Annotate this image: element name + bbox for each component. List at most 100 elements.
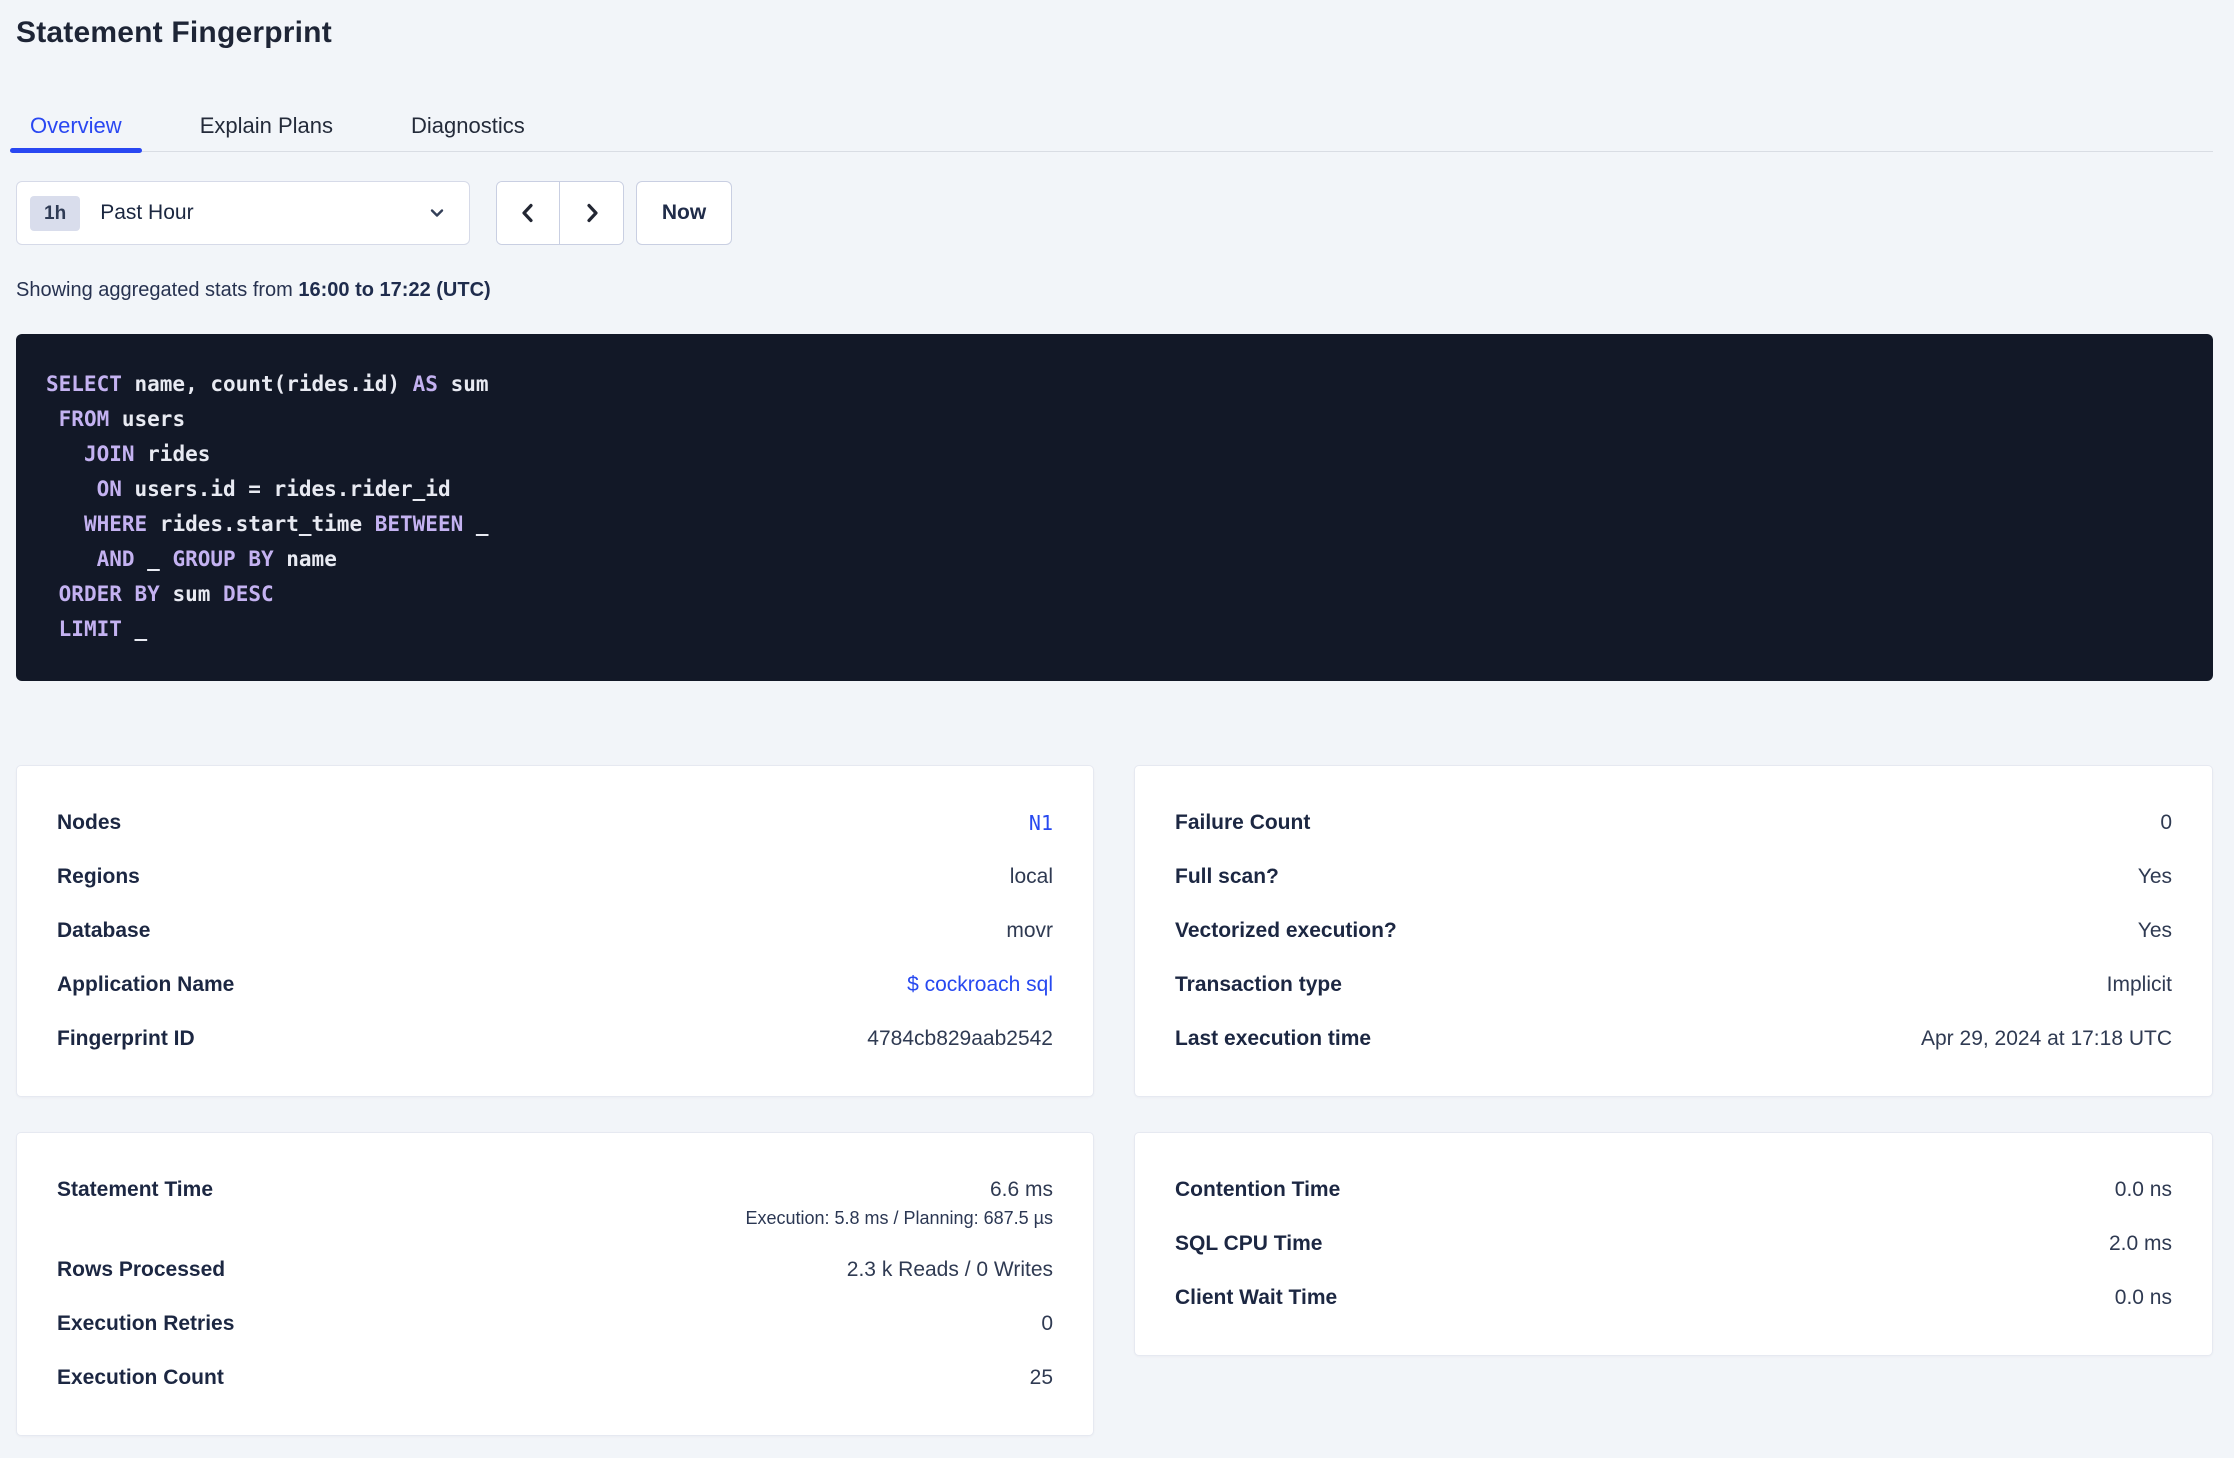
- statement-details-card: Nodes N1 Regions local Database movr Applicati…: [16, 765, 1094, 1097]
- sql-statement-box: SELECT name, count(rides.id) AS sum FROM…: [16, 334, 2213, 681]
- sql-text: rides.start_time: [147, 512, 375, 536]
- sql-text: users.id = rides.rider_id: [121, 477, 451, 501]
- sql-text: sum: [159, 582, 224, 606]
- stat-row: Execution Count 25: [57, 1351, 1053, 1405]
- stat-label: Full scan?: [1175, 865, 1279, 888]
- tab-diagnostics[interactable]: Diagnostics: [391, 100, 545, 152]
- stat-label: Regions: [57, 865, 140, 888]
- stat-value: Yes: [2137, 919, 2172, 942]
- time-range-label: Past Hour: [100, 201, 194, 224]
- stat-label: Vectorized execution?: [1175, 919, 1397, 942]
- sql-keyword: GROUP: [172, 547, 236, 571]
- stat-subvalue: Execution: 5.8 ms / Planning: 687.5 µs: [745, 1208, 1053, 1228]
- sql-keyword: LIMIT: [58, 617, 122, 641]
- sql-keyword: AS: [412, 372, 438, 396]
- tab-overview[interactable]: Overview: [10, 100, 142, 153]
- stat-row: Statement Time 6.6 ms Execution: 5.8 ms / …: [57, 1163, 1053, 1243]
- execution-attributes-card: Failure Count 0 Full scan? Yes Vectorized ex…: [1134, 765, 2213, 1097]
- chevron-right-icon: [586, 203, 598, 223]
- stat-value: 25: [1029, 1366, 1053, 1389]
- sql-keyword: BY: [248, 547, 274, 571]
- stat-value-group: 4784cb829aab2542: [867, 1012, 1053, 1066]
- stat-row: Nodes N1: [57, 796, 1053, 850]
- stat-row: Application Name $ cockroach sql: [57, 958, 1053, 1012]
- sql-text: _: [134, 547, 173, 571]
- stat-value-group: Yes: [2138, 850, 2172, 904]
- stat-label: Last execution time: [1175, 1027, 1372, 1050]
- stat-label: SQL CPU Time: [1175, 1232, 1323, 1255]
- sql-keyword: ORDER: [58, 582, 122, 606]
- sql-text: users: [109, 407, 186, 431]
- tab-bar: Overview Explain Plans Diagnostics: [10, 100, 2213, 153]
- tab-label: Explain Plans: [199, 112, 333, 138]
- stat-value: 2.3 k Reads / 0 Writes: [846, 1258, 1053, 1281]
- interval-pager: [496, 181, 624, 245]
- sql-text: sum: [437, 372, 489, 396]
- sql-keyword: SELECT: [46, 372, 122, 396]
- page-title: Statement Fingerprint: [16, 16, 332, 49]
- stat-row: Vectorized execution? Yes: [1175, 904, 2172, 958]
- stat-row: Transaction type Implicit: [1175, 958, 2172, 1012]
- stat-value-group: $ cockroach sql: [907, 958, 1053, 1012]
- statement-fingerprint-page: Statement Fingerprint Overview Explain Pl…: [0, 0, 2234, 1436]
- stat-value-group: 0.0 ns: [2115, 1271, 2172, 1325]
- stats-caption-prefix: Showing aggregated stats from: [16, 279, 299, 301]
- stat-value: 2.0 ms: [2108, 1232, 2172, 1255]
- chevron-down-icon: [430, 209, 444, 217]
- stat-label: Rows Processed: [57, 1258, 226, 1281]
- stat-value-group: 0: [2160, 796, 2172, 850]
- stat-row: Last execution time Apr 29, 2024 at 17:18…: [1175, 1012, 2172, 1066]
- stat-row: SQL CPU Time 2.0 ms: [1175, 1217, 2172, 1271]
- stat-value: 4784cb829aab2542: [867, 1027, 1053, 1050]
- stat-value-group: N1: [1029, 796, 1053, 850]
- sql-text: _: [463, 512, 489, 536]
- sql-text: rides: [134, 442, 211, 466]
- prev-interval-button[interactable]: [497, 182, 560, 244]
- stat-value-group: 0: [1041, 1297, 1053, 1351]
- stat-row: Execution Retries 0: [57, 1297, 1053, 1351]
- stat-label: Fingerprint ID: [57, 1027, 195, 1050]
- stat-row: Regions local: [57, 850, 1053, 904]
- chevron-left-icon: [522, 203, 533, 223]
- stat-row: Fingerprint ID 4784cb829aab2542: [57, 1012, 1053, 1066]
- stat-value: Yes: [2137, 865, 2172, 888]
- sql-keyword: WHERE: [83, 512, 148, 536]
- tab-explain-plans[interactable]: Explain Plans: [180, 100, 353, 152]
- tab-label: Diagnostics: [411, 112, 525, 138]
- stat-label: Contention Time: [1175, 1178, 1341, 1201]
- time-range-dropdown[interactable]: 1h Past Hour: [16, 181, 470, 245]
- stat-value-group: 2.3 k Reads / 0 Writes: [847, 1243, 1053, 1297]
- stat-link[interactable]: N1: [1029, 796, 1053, 850]
- time-interval-badge: 1h: [30, 195, 81, 231]
- next-interval-button[interactable]: [560, 182, 623, 244]
- stat-label: Nodes: [57, 811, 122, 834]
- stat-label: Transaction type: [1175, 973, 1342, 996]
- stat-value-group: 0.0 ns: [2115, 1163, 2172, 1217]
- stat-value-group: Implicit: [2107, 958, 2172, 1012]
- stat-value: 0.0 ns: [2114, 1286, 2172, 1309]
- stat-row: Client Wait Time 0.0 ns: [1175, 1271, 2172, 1325]
- tab-label: Overview: [30, 112, 122, 138]
- stat-value-group: local: [1010, 850, 1053, 904]
- stat-value-group: 6.6 ms Execution: 5.8 ms / Planning: 687.…: [745, 1163, 1053, 1243]
- sql-text: name, count(rides.id): [121, 372, 413, 396]
- stats-cards-grid: Nodes N1 Regions local Database movr Applicati…: [16, 765, 2213, 1436]
- now-button[interactable]: Now: [636, 181, 732, 245]
- stats-caption: Showing aggregated stats from 16:00 to 1…: [16, 279, 2213, 302]
- statement-time-card: Statement Time 6.6 ms Execution: 5.8 ms / …: [16, 1132, 1094, 1436]
- stat-link[interactable]: $ cockroach sql: [907, 958, 1053, 1012]
- sql-keyword: JOIN: [83, 442, 135, 466]
- stat-value: 0: [2160, 811, 2172, 834]
- stat-value: local: [1009, 865, 1053, 888]
- stat-row: Failure Count 0: [1175, 796, 2172, 850]
- active-tab-underline: [10, 147, 142, 153]
- sql-keyword: BY: [134, 582, 160, 606]
